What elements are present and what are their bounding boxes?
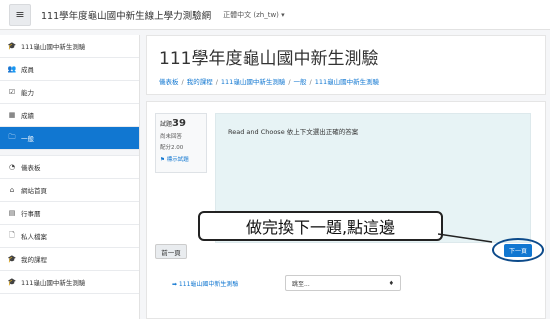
sidebar-item-dashboard[interactable]: ◔ 儀表板 [0, 156, 139, 179]
sidebar-item-label: 我的課程 [21, 256, 47, 264]
sidebar-item-label: 成績 [21, 112, 34, 120]
breadcrumb-course[interactable]: 111龜山國中新生測驗 [221, 78, 285, 86]
sidebar-item-label: 私人檔案 [21, 233, 47, 241]
sidebar-item-general[interactable]: 🗀 一般 [0, 127, 139, 150]
jump-to-select[interactable]: 跳至... ♦ [285, 275, 401, 291]
top-navbar: ≡ 111學年度龜山國中新生線上學力測驗網 正體中文 (zh_tw) ▾ [0, 0, 550, 30]
sidebar-item-my-courses[interactable]: 🎓 我的課程 [0, 248, 139, 271]
sidebar-item-competencies[interactable]: ☑ 能力 [0, 81, 139, 104]
sidebar-item-calendar[interactable]: ▤ 行事曆 [0, 202, 139, 225]
sidebar: 🎓 111龜山國中新生測驗 👥 成員 ☑ 能力 ▦ 成績 🗀 一般 ◔ 儀表板 … [0, 35, 140, 319]
calendar-icon: ▤ [8, 209, 16, 217]
breadcrumb-quiz[interactable]: 111龜山國中新生測驗 [315, 78, 379, 86]
folder-icon: 🗀 [8, 132, 16, 141]
sidebar-item-label: 行事曆 [21, 210, 41, 218]
flag-icon: ⚑ [160, 157, 167, 163]
question-number: 試題39 [160, 118, 186, 129]
file-icon: 🗋 [9, 230, 15, 239]
table-icon: ▦ [8, 111, 16, 119]
question-text: Read and Choose 依上下文選出正確的答案 [228, 128, 359, 136]
graduation-cap-icon: 🎓 [7, 42, 17, 50]
sidebar-item-label: 儀表板 [21, 164, 41, 172]
sidebar-item-label: 111龜山國中新生測驗 [21, 279, 86, 287]
breadcrumb-my-courses[interactable]: 我的課程 [187, 78, 213, 86]
previous-page-button[interactable]: 前一頁 [155, 244, 187, 259]
sidebar-item-grades[interactable]: ▦ 成績 [0, 104, 139, 127]
sidebar-item-site-home[interactable]: ⌂ 網站首頁 [0, 179, 139, 202]
sidebar-item-label: 一般 [21, 135, 34, 143]
next-page-highlight: 下一頁 [492, 238, 544, 262]
annotation-connector [438, 233, 493, 243]
sidebar-item-course[interactable]: 🎓 111龜山國中新生測驗 [0, 35, 139, 58]
question-points: 配分2.00 [160, 145, 184, 151]
next-page-button[interactable]: 下一頁 [504, 243, 532, 257]
sidebar-item-course-link[interactable]: 🎓 111龜山國中新生測驗 [0, 271, 139, 294]
dropdown-arrow-icon: ♦ [388, 279, 394, 287]
badge-check-icon: ☑ [8, 88, 16, 96]
page-title: 111學年度龜山國中新生測驗 [159, 49, 379, 69]
graduation-cap-icon: 🎓 [7, 255, 17, 263]
language-selector[interactable]: 正體中文 (zh_tw) ▾ [223, 10, 285, 20]
breadcrumb: 儀表板 / 我的課程/111龜山國中新生測驗 / 一般/111龜山國中新生測驗 [159, 78, 380, 86]
dashboard-icon: ◔ [8, 163, 16, 171]
back-to-course-link[interactable]: ➡ 111龜山國中新生測驗 [172, 279, 238, 288]
page-header: 111學年度龜山國中新生測驗 儀表板 / 我的課程/111龜山國中新生測驗 / 一般/1… [146, 35, 546, 95]
breadcrumb-dashboard[interactable]: 儀表板 [159, 78, 179, 86]
flag-question-link[interactable]: ⚑ 標示試題 [160, 155, 202, 163]
site-title[interactable]: 111學年度龜山國中新生線上學力測驗網 [41, 8, 211, 22]
users-icon: 👥 [7, 65, 17, 73]
question-info: 試題39 尚未回答 配分2.00 ⚑ 標示試題 [155, 113, 207, 173]
jump-to-value: 跳至... [292, 280, 310, 288]
sidebar-item-label: 111龜山國中新生測驗 [21, 43, 86, 51]
sidebar-item-participants[interactable]: 👥 成員 [0, 58, 139, 81]
sidebar-item-label: 成員 [21, 66, 34, 74]
breadcrumb-general[interactable]: 一般 [294, 78, 307, 86]
hamburger-icon[interactable]: ≡ [9, 3, 31, 26]
home-icon: ⌂ [9, 186, 15, 194]
annotation-callout: 做完換下一題,點這邊 [198, 211, 443, 241]
sidebar-item-label: 能力 [21, 89, 34, 97]
sidebar-item-private-files[interactable]: 🗋 私人檔案 [0, 225, 139, 248]
question-status: 尚未回答 [160, 134, 183, 140]
sidebar-item-label: 網站首頁 [21, 187, 47, 195]
graduation-cap-icon: 🎓 [7, 278, 17, 286]
